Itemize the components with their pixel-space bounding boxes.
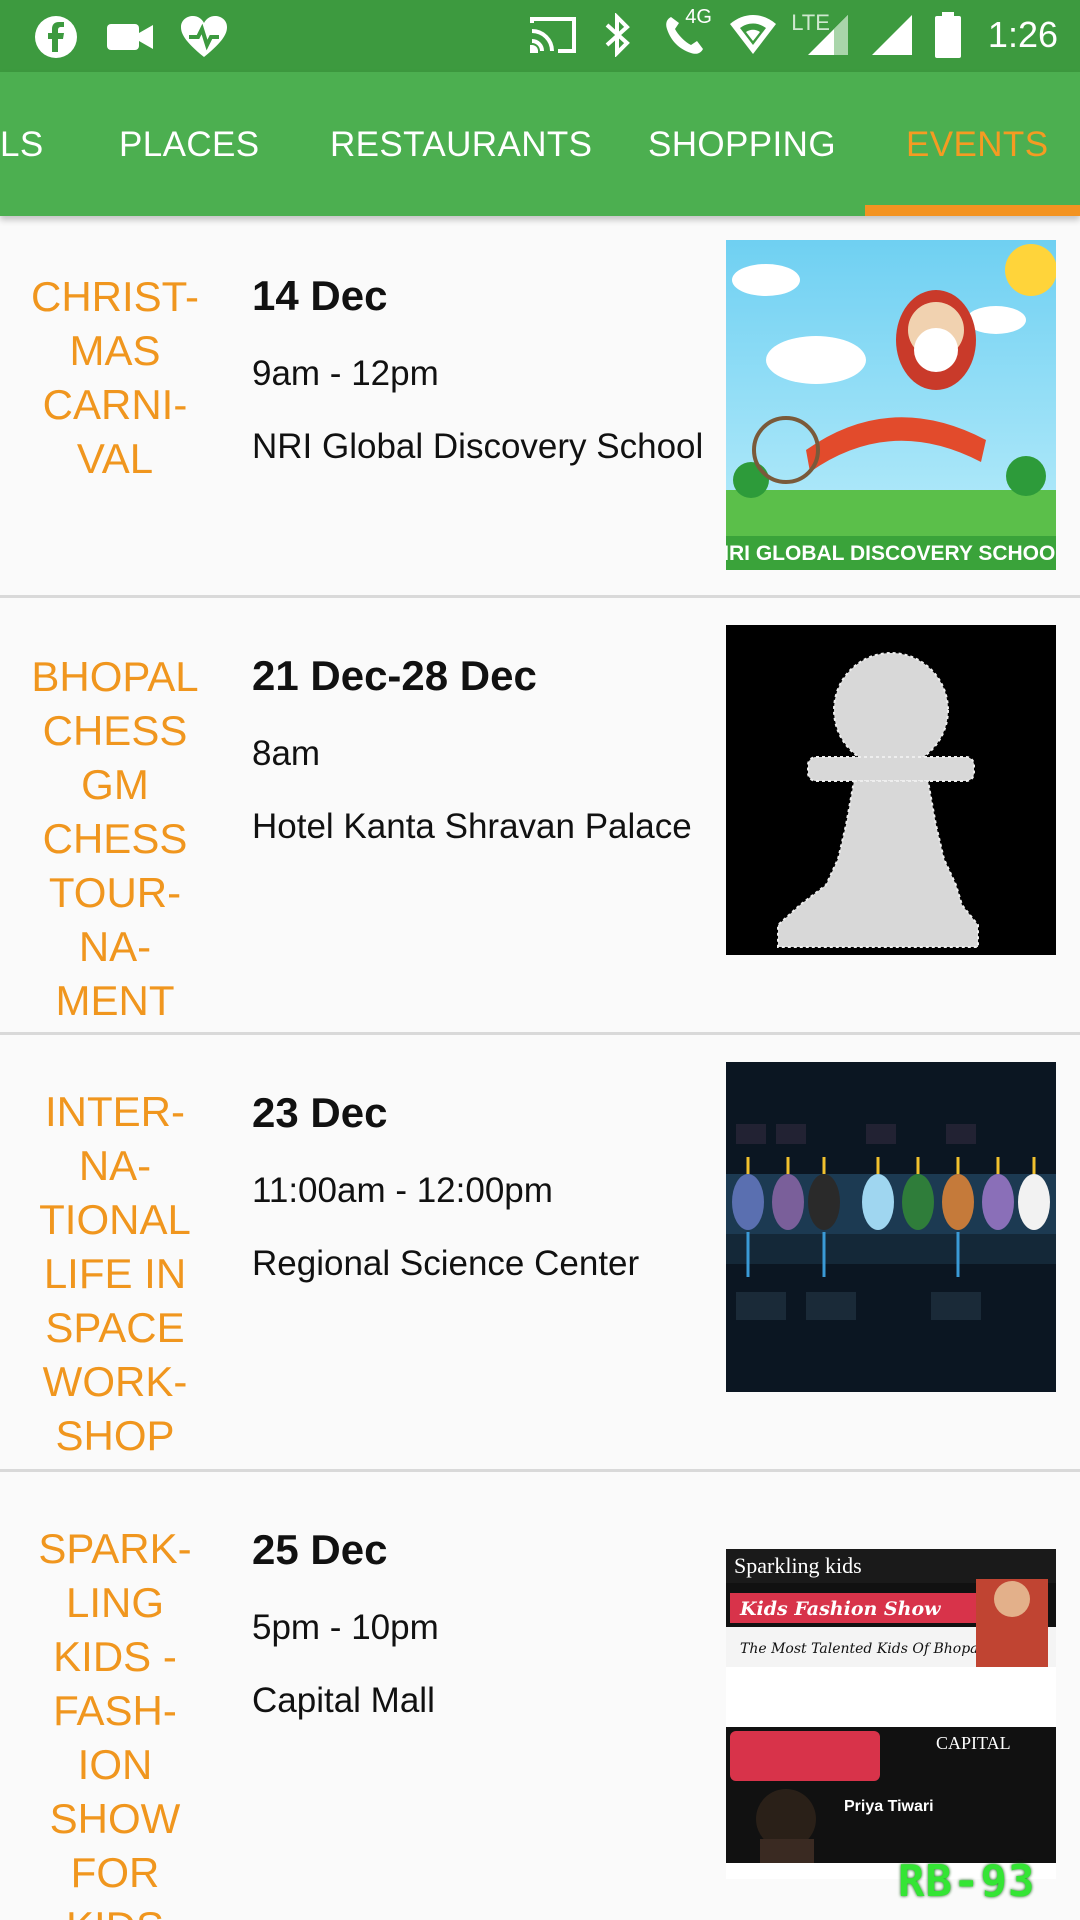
event-name: INTER- NA- TIONAL LIFE IN SPACE WORK- SH… (39, 1088, 191, 1459)
tab-places[interactable]: PLACES (119, 72, 260, 216)
poster-person: Priya Tiwari (844, 1798, 934, 1815)
lte-label: LTE (791, 10, 830, 35)
event-date: 23 Dec (252, 1089, 388, 1136)
poster-title: Kids Fashion Show (739, 1598, 941, 1620)
tab-events[interactable]: EVENTS (906, 72, 1048, 216)
event-list[interactable]: CHRIST- MAS CARNI- VAL 14 Dec 9am - 12pm… (0, 216, 1080, 1920)
poster-venue: CAPITAL (936, 1733, 1011, 1753)
event-venue: Capital Mall (252, 1681, 435, 1720)
active-tab-indicator (865, 205, 1080, 216)
event-time: 5pm - 10pm (252, 1608, 439, 1647)
event-poster-image[interactable] (726, 1062, 1056, 1392)
signal-icon-2 (866, 10, 918, 60)
event-time: 9am - 12pm (252, 354, 439, 393)
category-tab-bar: LS PLACES RESTAURANTS SHOPPING EVENTS (0, 72, 1080, 216)
bluetooth-icon (591, 10, 643, 60)
network-type-label: 4G (685, 6, 712, 28)
event-poster-image[interactable] (726, 625, 1056, 955)
status-bar: 4G LTE 1:26 (0, 0, 1080, 72)
poster-text: NRI GLOBAL DISCOVERY SCHOOL (726, 542, 1056, 565)
watermark-text: RB-93 (898, 1856, 1036, 1907)
wifi-icon (727, 10, 779, 60)
event-date: 14 Dec (252, 272, 388, 319)
tab-restaurants[interactable]: RESTAURANTS (330, 72, 592, 216)
tab-hotels[interactable]: LS (0, 72, 44, 216)
event-time: 8am (252, 734, 321, 773)
wifi-call-icon: 4G (655, 6, 715, 60)
event-venue: NRI Global Discovery School (252, 427, 704, 466)
event-venue: Regional Science Center (252, 1244, 640, 1283)
poster-tagline: The Most Talented Kids Of Bhopal (740, 1641, 983, 1657)
event-name: CHRIST- MAS CARNI- VAL (31, 273, 199, 482)
event-date: 25 Dec (252, 1526, 388, 1573)
heart-health-icon (178, 12, 230, 62)
battery-icon (930, 10, 966, 60)
event-time: 11:00am - 12:00pm (252, 1171, 553, 1210)
event-name: SPARK- LING KIDS - FASH- ION SHOW FOR KI… (38, 1525, 192, 1920)
event-date: 21 Dec-28 Dec (252, 652, 537, 699)
event-name: BHOPAL CHESS GM CHESS TOUR- NA- MENT (31, 653, 199, 1024)
video-camera-icon (104, 12, 156, 62)
list-item-life-in-space-workshop[interactable]: INTER- NA- TIONAL LIFE IN SPACE WORK- SH… (0, 1035, 1080, 1472)
list-item-kids-fashion-show[interactable]: SPARK- LING KIDS - FASH- ION SHOW FOR KI… (0, 1472, 1080, 1920)
status-time: 1:26 (987, 14, 1058, 55)
list-item-christmas-carnival[interactable]: CHRIST- MAS CARNI- VAL 14 Dec 9am - 12pm… (0, 216, 1080, 598)
event-poster-image[interactable]: Sparkling kids Kids Fashion Show The Mos… (726, 1549, 1056, 1879)
poster-brand: Sparkling kids (734, 1553, 862, 1578)
event-poster-image[interactable]: NRI GLOBAL DISCOVERY SCHOOL (726, 240, 1056, 570)
facebook-icon (30, 12, 82, 62)
list-item-chess-tournament[interactable]: BHOPAL CHESS GM CHESS TOUR- NA- MENT 21 … (0, 598, 1080, 1035)
cast-icon (527, 10, 579, 60)
tab-shopping[interactable]: SHOPPING (648, 72, 836, 216)
event-venue: Hotel Kanta Shravan Palace (252, 807, 692, 846)
